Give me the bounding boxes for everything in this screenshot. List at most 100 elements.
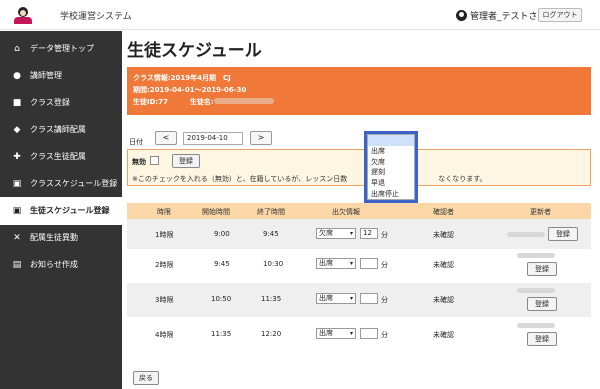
sidebar-item-teachers[interactable]: ● 講師管理 xyxy=(0,62,122,90)
updater-redacted xyxy=(517,253,555,258)
minutes-unit: 分 xyxy=(381,231,388,239)
header-updater: 更新者 xyxy=(530,208,551,216)
book-icon: ■ xyxy=(12,98,22,108)
start-cell: 10:50 xyxy=(211,295,232,303)
date-input[interactable]: 2019-04-10 xyxy=(183,132,243,145)
next-date-button[interactable]: > xyxy=(250,131,272,145)
sidebar-item-student-transfer[interactable]: ✕ 配属生徒異動 xyxy=(0,224,122,252)
period-info: 期間:2019-04-01～2019-06-30 xyxy=(133,86,247,94)
graduation-cap-icon: ◆ xyxy=(13,125,21,135)
end-cell: 12:20 xyxy=(261,330,282,338)
confirmer-cell: 未確認 xyxy=(433,331,454,339)
row-register-button[interactable]: 登録 xyxy=(527,297,557,311)
page-title: 生徒スケジュール xyxy=(127,41,262,61)
logo xyxy=(12,7,34,25)
minutes-input[interactable]: 12 xyxy=(360,228,378,239)
absent-panel: 無効 登録 ※このチェックを入れる（無効）と、在籍しているが、レッスン日数 なく… xyxy=(127,149,591,186)
start-cell: 9:00 xyxy=(214,230,230,238)
prev-date-button[interactable]: < xyxy=(155,131,177,145)
header-period: 時限 xyxy=(157,208,171,216)
absent-register-button[interactable]: 登録 xyxy=(172,154,200,168)
row-register-button[interactable]: 登録 xyxy=(527,262,557,276)
calendar-user-icon: ▣ xyxy=(12,179,22,189)
sidebar-item-label: クラススケジュール登録 xyxy=(30,179,118,188)
minutes-unit: 分 xyxy=(381,296,388,304)
app-title: 学校運営システム xyxy=(60,12,132,22)
table-row: 4時限 11:35 12:20 出席 分 未確認 登録 xyxy=(127,318,591,352)
dropdown-list: 出席 欠席 遅刻 早退 出席停止 xyxy=(367,134,415,200)
user-label: 管理者_テストさん xyxy=(470,12,547,22)
header-end: 終了時間 xyxy=(257,208,285,216)
sidebar-item-class-schedule[interactable]: ▣ クラススケジュール登録 xyxy=(0,170,122,198)
updater-redacted xyxy=(507,232,545,237)
header-attendance: 出欠情報 xyxy=(332,208,360,216)
period-cell: 2時限 xyxy=(155,261,174,269)
sidebar-item-data-top[interactable]: ⌂ データ管理トップ xyxy=(0,35,122,63)
absent-checkbox[interactable] xyxy=(150,156,159,165)
attendance-select[interactable]: 出席 xyxy=(316,258,356,269)
sidebar-item-label: データ管理トップ xyxy=(30,44,94,53)
calendar-user-icon: ▣ xyxy=(12,206,22,216)
sidebar-item-label: 配属生徒異動 xyxy=(30,233,78,242)
sidebar-item-notice[interactable]: ▤ お知らせ作成 xyxy=(0,251,122,279)
attendance-select[interactable]: 出席 xyxy=(316,328,356,339)
date-label: 日付 xyxy=(129,138,143,146)
confirmer-cell: 未確認 xyxy=(433,231,454,239)
back-button[interactable]: 戻る xyxy=(133,371,159,385)
attendance-select[interactable]: 出席 xyxy=(316,293,356,304)
period-cell: 3時限 xyxy=(155,296,174,304)
minutes-input[interactable] xyxy=(360,258,378,269)
users-icon: ● xyxy=(13,71,21,81)
sidebar-item-class-student[interactable]: ✚ クラス生徒配属 xyxy=(0,143,122,171)
sidebar-item-label: お知らせ作成 xyxy=(30,260,78,269)
message-icon: ▤ xyxy=(12,260,22,270)
confirmer-cell: 未確認 xyxy=(433,296,454,304)
dropdown-option-early-leave[interactable]: 早退 xyxy=(368,178,414,189)
row-register-button[interactable]: 登録 xyxy=(548,227,578,241)
sidebar-item-label: 講師管理 xyxy=(30,71,62,80)
absent-note: ※このチェックを入れる（無効）と、在籍しているが、レッスン日数 なくなります。 xyxy=(132,175,487,183)
user-name: 管理者_テストさん xyxy=(456,9,547,22)
student-info: 生徒ID:77 生徒名: xyxy=(133,96,585,108)
sidebar-item-class-register[interactable]: ■ クラス登録 xyxy=(0,89,122,117)
student-name-label: 生徒名: xyxy=(189,98,214,106)
attendance-dropdown: 出席 欠席 遅刻 早退 出席停止 xyxy=(364,131,418,203)
dropdown-option-late[interactable]: 遅刻 xyxy=(368,167,414,178)
minutes-input[interactable] xyxy=(360,293,378,304)
start-cell: 9:45 xyxy=(214,260,230,268)
user-icon xyxy=(456,10,467,21)
class-info-box: クラス情報:2019年4月期 CJ 期間:2019-04-01～2019-06-… xyxy=(127,67,591,115)
updater-redacted xyxy=(517,323,555,328)
sidebar-item-label: クラス講師配属 xyxy=(30,125,86,134)
end-cell: 10:30 xyxy=(263,260,284,268)
dropdown-option-suspended[interactable]: 出席停止 xyxy=(368,189,414,200)
table-header: 時限 開始時間 終了時間 出欠情報 確認者 更新者 xyxy=(127,203,591,219)
dropdown-option-present[interactable]: 出席 xyxy=(368,146,414,157)
sidebar-item-student-schedule[interactable]: ▣ 生徒スケジュール登録 xyxy=(0,197,122,225)
end-cell: 11:35 xyxy=(261,295,282,303)
sidebar-item-label: 生徒スケジュール登録 xyxy=(30,206,110,215)
table-row: 2時限 9:45 10:30 出席 分 未確認 登録 xyxy=(127,249,591,281)
top-bar: 学校運営システム 管理者_テストさん ログアウト xyxy=(0,0,600,30)
sidebar-item-class-teacher[interactable]: ◆ クラス講師配属 xyxy=(0,116,122,144)
table-row: 3時限 10:50 11:35 出席 分 未確認 登録 xyxy=(127,283,591,317)
header-confirmer: 確認者 xyxy=(433,208,454,216)
shuffle-icon: ✕ xyxy=(13,233,21,243)
sidebar-item-label: クラス生徒配属 xyxy=(30,152,86,161)
home-icon: ⌂ xyxy=(14,44,20,54)
sidebar-item-label: クラス登録 xyxy=(30,98,70,107)
row-register-button[interactable]: 登録 xyxy=(527,332,557,346)
minutes-input[interactable] xyxy=(360,328,378,339)
period-cell: 1時限 xyxy=(155,231,174,239)
student-id: 生徒ID:77 xyxy=(133,98,168,106)
add-user-icon: ✚ xyxy=(13,152,21,162)
absent-label: 無効 xyxy=(132,158,146,166)
confirmer-cell: 未確認 xyxy=(433,261,454,269)
student-name-redacted xyxy=(213,98,274,104)
dropdown-option-absent[interactable]: 欠席 xyxy=(368,157,414,168)
sidebar: ⌂ データ管理トップ ● 講師管理 ■ クラス登録 ◆ クラス講師配属 ✚ クラス生徒配属… xyxy=(0,31,122,389)
dropdown-option-blank[interactable] xyxy=(368,135,414,146)
attendance-select[interactable]: 欠席 xyxy=(316,228,356,239)
minutes-unit: 分 xyxy=(381,331,388,339)
logout-button[interactable]: ログアウト xyxy=(538,8,582,22)
